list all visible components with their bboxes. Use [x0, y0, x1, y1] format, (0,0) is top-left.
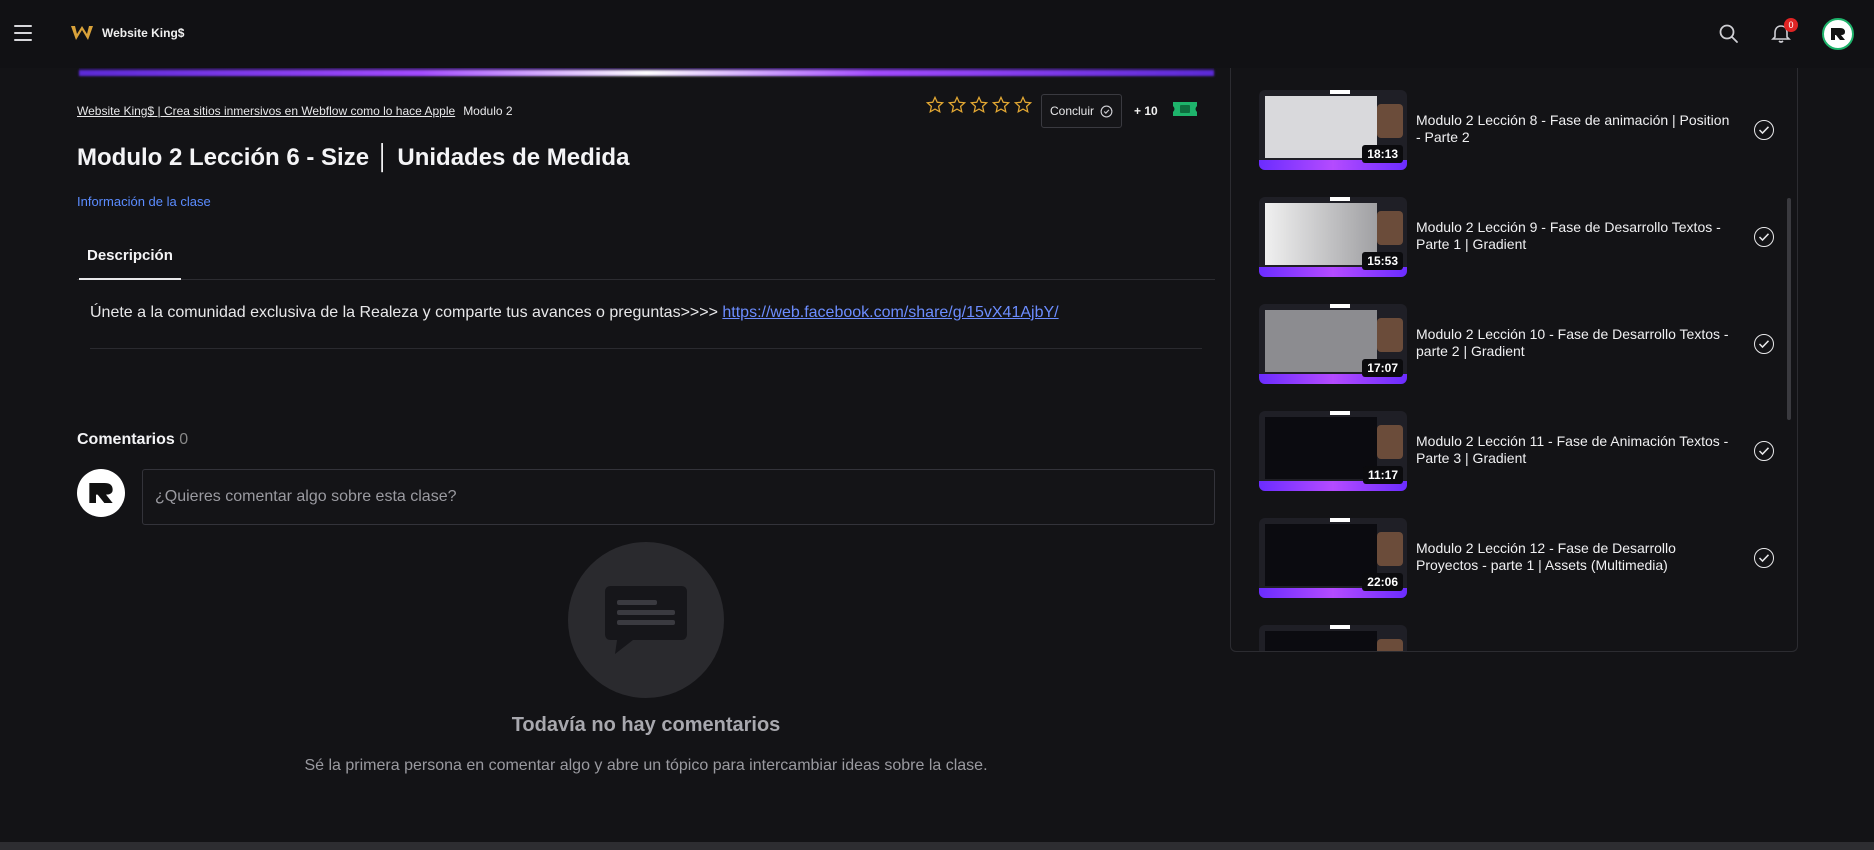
chat-bubble-icon	[568, 542, 724, 698]
completed-check-icon[interactable]	[1754, 441, 1774, 461]
playlist-item-partial[interactable]	[1259, 625, 1769, 651]
video-thumbnail: 17:07	[1259, 304, 1407, 384]
playlist-item[interactable]: 11:17 Modulo 2 Lección 11 - Fase de Anim…	[1259, 411, 1774, 491]
conclude-button[interactable]: Concluir	[1041, 94, 1123, 128]
user-avatar[interactable]	[1822, 18, 1854, 50]
comments-title: Comentarios	[77, 431, 175, 448]
empty-comments-subtitle: Sé la primera persona en comentar algo y…	[304, 757, 988, 774]
breadcrumb-course-link[interactable]: Website King$ | Crea sitios inmersivos e…	[77, 104, 455, 118]
scrollbar[interactable]	[1787, 198, 1791, 420]
thumbnail-screen	[1265, 524, 1377, 586]
completed-check-icon[interactable]	[1754, 120, 1774, 140]
star-icon[interactable]	[948, 96, 966, 114]
star-icon[interactable]	[926, 96, 944, 114]
lesson-playlist: 18:13 Modulo 2 Lección 8 - Fase de anima…	[1230, 54, 1798, 652]
video-thumbnail: 11:17	[1259, 411, 1407, 491]
video-duration: 15:53	[1362, 252, 1403, 270]
thumbnail-screen	[1265, 96, 1377, 158]
user-logo-icon	[89, 483, 113, 503]
thumbnail-screen	[1265, 203, 1377, 265]
empty-comments-title: Todavía no hay comentarios	[511, 714, 781, 736]
horizontal-scrollbar[interactable]	[0, 842, 1874, 850]
video-title: Modulo 2 Lección 8 - Fase de animación |…	[1416, 112, 1730, 145]
class-info-link[interactable]: Información de la clase	[77, 194, 211, 209]
comments-count: 0	[179, 431, 189, 448]
playlist-item[interactable]: 18:13 Modulo 2 Lección 8 - Fase de anima…	[1259, 90, 1774, 170]
completed-check-icon[interactable]	[1754, 334, 1774, 354]
comments-heading: Comentarios 0	[77, 431, 188, 449]
star-rating[interactable]	[926, 96, 1032, 114]
star-icon[interactable]	[1014, 96, 1032, 114]
description-body: Únete a la comunidad exclusiva de la Rea…	[90, 304, 723, 321]
video-thumbnail	[1259, 625, 1407, 651]
thumbnail-screen	[1265, 631, 1377, 651]
playlist-item[interactable]: 17:07 Modulo 2 Lección 10 - Fase de Desa…	[1259, 304, 1774, 384]
comment-input[interactable]	[142, 469, 1215, 525]
ticket-icon	[1173, 102, 1197, 116]
notification-badge: 0	[1784, 18, 1798, 32]
video-duration: 18:13	[1362, 145, 1403, 163]
tab-description[interactable]: Descripción	[79, 236, 181, 280]
lesson-title: Modulo 2 Lección 6 - Size │ Unidades de …	[77, 144, 630, 171]
check-circle-icon	[1100, 105, 1113, 117]
crown-logo-icon	[71, 26, 93, 40]
video-duration: 17:07	[1362, 359, 1403, 377]
tab-bar: Descripción	[77, 236, 1215, 280]
video-title: Modulo 2 Lección 10 - Fase de Desarrollo…	[1416, 326, 1729, 359]
playlist-item[interactable]: 15:53 Modulo 2 Lección 9 - Fase de Desar…	[1259, 197, 1774, 277]
completed-check-icon[interactable]	[1754, 548, 1774, 568]
video-duration: 11:17	[1362, 466, 1403, 484]
points-reward: + 10	[1134, 104, 1158, 118]
thumbnail-screen	[1265, 417, 1377, 479]
brand-name: Website King$	[102, 26, 185, 40]
conclude-label: Concluir	[1050, 104, 1095, 118]
video-thumbnail: 22:06	[1259, 518, 1407, 598]
search-icon[interactable]	[1718, 23, 1740, 45]
breadcrumb: Website King$ | Crea sitios inmersivos e…	[77, 104, 513, 118]
video-thumbnail: 18:13	[1259, 90, 1407, 170]
video-thumbnail: 15:53	[1259, 197, 1407, 277]
video-duration: 22:06	[1362, 573, 1403, 591]
top-bar	[0, 0, 1874, 68]
user-logo-icon	[1831, 28, 1845, 40]
menu-icon[interactable]	[14, 25, 32, 41]
playlist-item[interactable]: 22:06 Modulo 2 Lección 12 - Fase de Desa…	[1259, 518, 1774, 598]
video-title: Modulo 2 Lección 12 - Fase de Desarrollo…	[1416, 540, 1676, 573]
completed-check-icon[interactable]	[1754, 227, 1774, 247]
description-text: Únete a la comunidad exclusiva de la Rea…	[90, 304, 1059, 322]
breadcrumb-module: Modulo 2	[463, 104, 513, 118]
brand[interactable]: Website King$	[70, 24, 184, 42]
star-icon[interactable]	[992, 96, 1010, 114]
thumbnail-screen	[1265, 310, 1377, 372]
notifications-button[interactable]: 0	[1770, 18, 1798, 45]
video-title: Modulo 2 Lección 11 - Fase de Animación …	[1416, 433, 1729, 466]
divider	[90, 348, 1202, 349]
star-icon[interactable]	[970, 96, 988, 114]
avatar	[77, 469, 125, 517]
facebook-group-link[interactable]: https://web.facebook.com/share/g/15vX41A…	[722, 304, 1058, 321]
video-title: Modulo 2 Lección 9 - Fase de Desarrollo …	[1416, 219, 1721, 252]
